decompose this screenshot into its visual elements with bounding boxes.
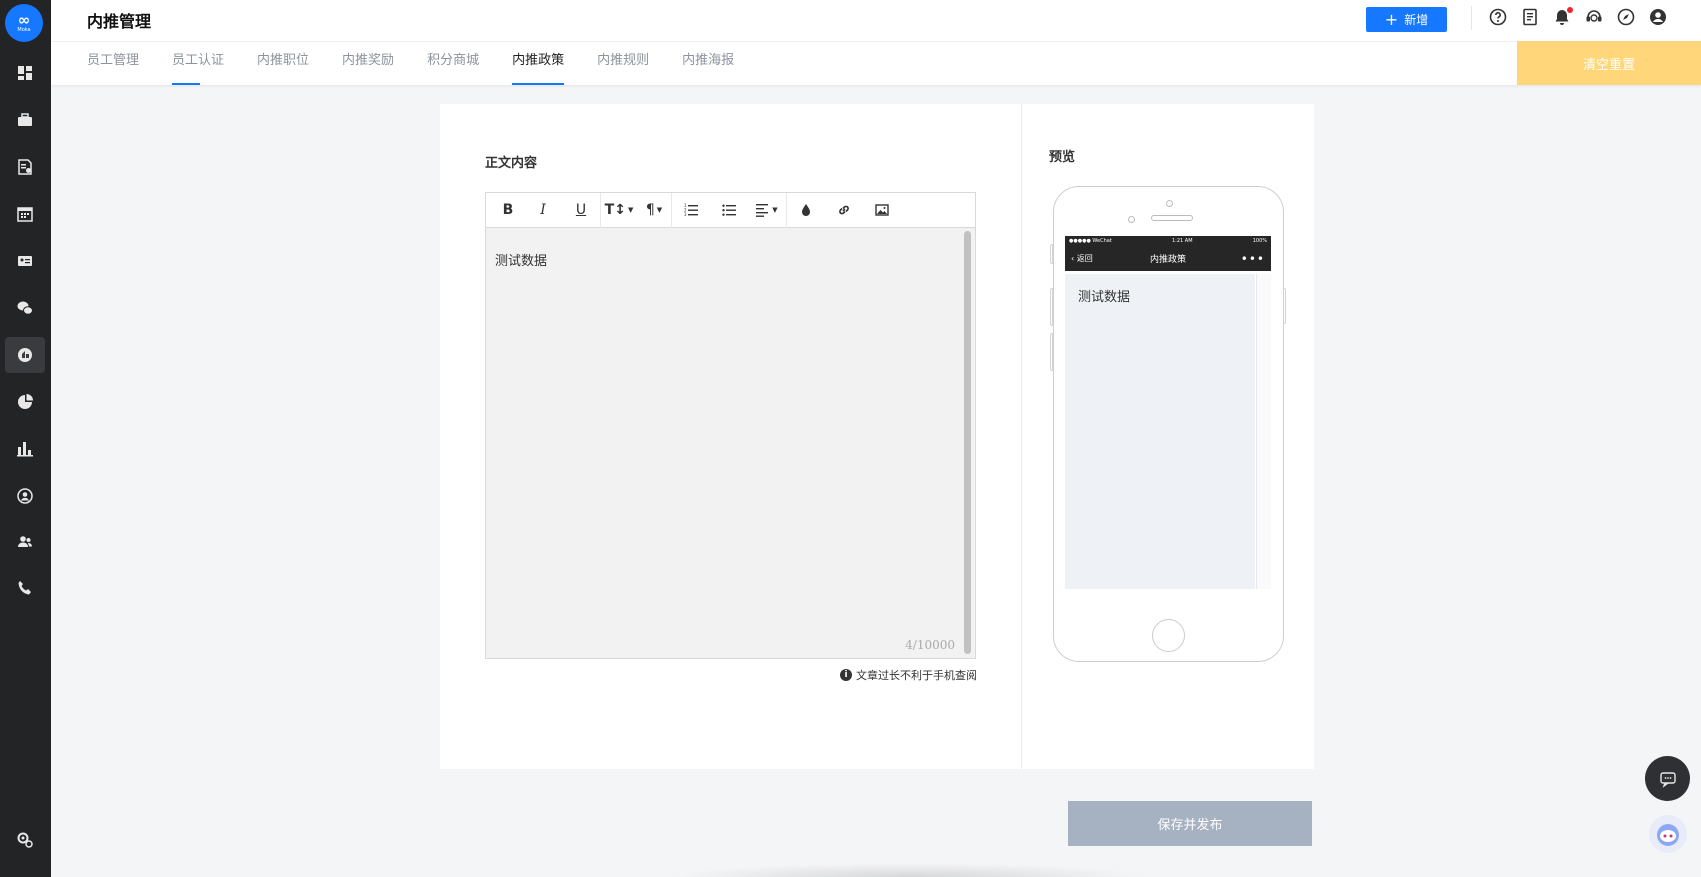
calendar-icon[interactable] [5,196,45,232]
help-icon[interactable] [1488,7,1508,27]
phone-speaker [1151,215,1193,221]
ordered-list-icon[interactable]: 123 [672,193,710,228]
compass-icon[interactable] [1616,7,1636,27]
preview-section-title: 预览 [1049,150,1076,165]
new-button-label: 新增 [1404,13,1429,27]
logo-text: Moka [17,27,31,33]
editor-content-area[interactable]: 测试数据 4/10000 [486,228,975,658]
editor-scrollbar[interactable] [964,231,971,654]
phone-sensor [1128,216,1135,223]
tab-employee-management[interactable]: 员工管理 [87,42,139,85]
align-icon[interactable]: ▼ [748,193,786,228]
phone-screen: ●●●●● WeChat 1:21 AM 100% ‹ 返回 内推政策 ••• … [1065,236,1271,589]
bell-icon[interactable] [1552,7,1573,27]
card-divider [1021,104,1022,769]
phone-camera [1166,200,1173,207]
sidebar: ∞ Moka [0,0,51,877]
chat-button[interactable] [1645,756,1690,801]
resume-icon[interactable] [5,149,45,185]
team-icon[interactable] [5,524,45,560]
phone-content: 测试数据 [1065,274,1255,589]
header-divider [1471,6,1472,30]
new-button[interactable]: + 新增 [1366,7,1447,32]
support-icon[interactable] [1584,7,1604,27]
character-counter: 4/10000 [905,638,955,652]
assistant-avatar[interactable] [1649,815,1687,853]
editor-text: 测试数据 [495,254,548,269]
user-icon[interactable] [1648,7,1668,27]
clear-reset-button[interactable]: 清空重置 [1517,41,1701,85]
color-drop-icon[interactable] [787,193,825,228]
length-hint: i 文章过长不利于手机查阅 [840,667,977,683]
phone-status-bar: ●●●●● WeChat 1:21 AM 100% [1065,236,1271,246]
paragraph-icon[interactable]: ¶ ▼ [637,193,671,228]
briefcase-icon[interactable] [5,102,45,138]
chat-icon [1659,771,1676,788]
dashboard-icon[interactable] [5,55,45,91]
bar-chart-icon[interactable] [5,431,45,467]
tab-referral-rewards[interactable]: 内推奖励 [342,42,394,85]
rich-text-editor: B I U T↕ ▼ ¶ ▼ 123 ▼ 测试数据 4/10000 [485,192,976,659]
header: 内推管理 + 新增 员工管理 员工认证 内推职位 内推奖励 积分商城 内推政策 … [51,0,1701,85]
tab-employee-verification[interactable]: 员工认证 [172,42,224,85]
phone-preview: ●●●●● WeChat 1:21 AM 100% ‹ 返回 内推政策 ••• … [1053,186,1284,662]
bullet-list-icon[interactable] [710,193,748,228]
content-section-title: 正文内容 [485,156,538,171]
tab-referral-posters[interactable]: 内推海报 [682,42,734,85]
id-card-icon[interactable] [5,243,45,279]
bottom-shadow [670,863,1150,877]
phone-scrollbar [1256,274,1271,589]
policy-card: 正文内容 B I U T↕ ▼ ¶ ▼ 123 ▼ 测试数据 4/10000 i… [440,104,1314,769]
underline-icon[interactable]: U [562,193,600,228]
phone-content-text: 测试数据 [1078,290,1131,305]
tab-referral-rules[interactable]: 内推规则 [597,42,649,85]
user-circle-icon[interactable] [5,478,45,514]
pie-chart-icon[interactable] [5,384,45,420]
moka-logo[interactable]: ∞ Moka [5,4,43,42]
length-hint-text: 文章过长不利于手机查阅 [856,669,977,682]
bold-icon[interactable]: B [492,193,524,228]
carrier-text: ●●●●● WeChat [1069,238,1112,244]
phone-nav-bar: ‹ 返回 内推政策 ••• [1065,246,1271,271]
tab-bar: 员工管理 员工认证 内推职位 内推奖励 积分商城 内推政策 内推规则 内推海报 [87,42,767,85]
tab-referral-policy[interactable]: 内推政策 [512,42,565,85]
image-icon[interactable] [863,193,901,228]
phone-home-button [1152,619,1185,652]
settings-icon[interactable] [5,822,45,858]
notification-dot [1567,7,1573,13]
editor-toolbar: B I U T↕ ▼ ¶ ▼ 123 ▼ [486,192,975,228]
status-time: 1:21 AM [1171,238,1193,244]
robot-icon [1657,824,1679,846]
page-title: 内推管理 [87,12,152,31]
link-icon[interactable] [825,193,863,228]
font-size-icon[interactable]: T↕ ▼ [601,193,637,228]
document-icon[interactable] [1520,7,1540,27]
battery-text: 100% [1252,238,1267,244]
svg-text:3: 3 [684,212,687,217]
plus-icon: + [1384,9,1399,29]
phone-icon[interactable] [5,570,45,606]
tab-points-mall[interactable]: 积分商城 [427,42,479,85]
italic-icon[interactable]: I [524,193,562,228]
info-icon: i [840,669,852,681]
referral-icon[interactable] [5,337,45,373]
save-publish-button[interactable]: 保存并发布 [1068,801,1312,846]
phone-nav-title: 内推政策 [1149,255,1186,265]
wechat-icon[interactable] [5,290,45,326]
tab-referral-positions[interactable]: 内推职位 [257,42,309,85]
